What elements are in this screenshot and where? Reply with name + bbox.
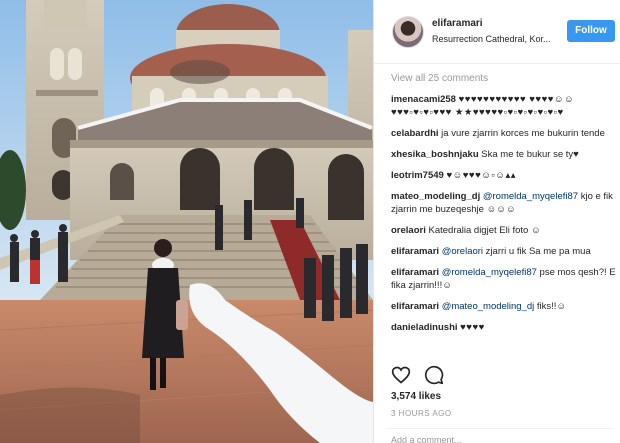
comment-item: elifaramari @romelda_myqelefi87 pse mos … bbox=[391, 266, 617, 292]
comment-text: ja vure zjarrin korces me bukurin tende bbox=[441, 128, 605, 139]
post-photo[interactable] bbox=[0, 0, 373, 443]
comment-username[interactable]: mateo_modeling_dj bbox=[391, 191, 480, 202]
comment-mention[interactable]: @romelda_myqelefi87 bbox=[483, 191, 578, 202]
comment-username[interactable]: imenacami258 bbox=[391, 94, 456, 105]
comment-mention[interactable]: @mateo_modeling_dj bbox=[442, 301, 535, 312]
comment-text: fiks!!☺ bbox=[536, 301, 567, 312]
comment-item: danieladinushi ♥♥♥♥ bbox=[391, 321, 617, 334]
post-sidebar: elifaramari Resurrection Cathedral, Kor.… bbox=[373, 0, 620, 443]
post-timestamp: 3 HOURS AGO bbox=[391, 409, 452, 418]
comment-username[interactable]: elifaramari bbox=[391, 246, 439, 257]
comment-item: elifaramari @orelaori zjarri u fik Sa me… bbox=[391, 245, 617, 258]
comment-text: zjarri u fik Sa me pa mua bbox=[485, 246, 591, 257]
follow-button[interactable]: Follow bbox=[567, 20, 615, 42]
comment-mention[interactable]: @orelaori bbox=[442, 246, 483, 257]
comment-item: orelaori Katedralia digjet Eli foto ☺ bbox=[391, 224, 617, 237]
comment-text: ♥☺♥♥♥☺▫☺▴▴ bbox=[446, 170, 517, 181]
cathedral-photo-image bbox=[0, 0, 373, 443]
comment-text: Ska me te bukur se ty♥ bbox=[481, 149, 579, 160]
comment-item: mateo_modeling_dj @romelda_myqelefi87 kj… bbox=[391, 190, 617, 216]
comments-list: View all 25 comments imenacami258 ♥♥♥♥♥♥… bbox=[391, 73, 617, 342]
likes-count[interactable]: 3,574 likes bbox=[391, 391, 441, 402]
comment-bubble-icon[interactable] bbox=[424, 365, 444, 385]
comment-username[interactable]: celabardhi bbox=[391, 128, 439, 139]
comment-username[interactable]: leotrim7549 bbox=[391, 170, 444, 181]
post-actions bbox=[391, 365, 471, 387]
view-all-comments-link[interactable]: View all 25 comments bbox=[391, 73, 617, 84]
comment-username[interactable]: elifaramari bbox=[391, 301, 439, 312]
comment-item: elifaramari @mateo_modeling_dj fiks!!☺ bbox=[391, 300, 617, 313]
comment-text: ♥♥♥♥ bbox=[460, 322, 485, 333]
post-username[interactable]: elifaramari bbox=[432, 18, 483, 29]
comment-username[interactable]: xhesika_boshnjaku bbox=[391, 149, 479, 160]
post-header: elifaramari Resurrection Cathedral, Kor.… bbox=[374, 0, 620, 64]
comment-item: xhesika_boshnjaku Ska me te bukur se ty♥ bbox=[391, 148, 617, 161]
comment-username[interactable]: elifaramari bbox=[391, 267, 439, 278]
avatar[interactable] bbox=[392, 16, 424, 48]
comment-item: celabardhi ja vure zjarrin korces me buk… bbox=[391, 127, 617, 140]
comment-mention[interactable]: @romelda_myqelefi87 bbox=[442, 267, 537, 278]
post-location[interactable]: Resurrection Cathedral, Kor... bbox=[432, 34, 552, 44]
comment-username[interactable]: danieladinushi bbox=[391, 322, 458, 333]
comment-text: Katedralia digjet Eli foto ☺ bbox=[428, 225, 541, 236]
add-comment-input[interactable]: Add a comment... bbox=[391, 435, 462, 443]
divider bbox=[386, 428, 614, 429]
comment-username[interactable]: orelaori bbox=[391, 225, 426, 236]
heart-icon[interactable] bbox=[391, 365, 411, 385]
comment-item: imenacami258 ♥♥♥♥♥♥♥♥♥♥♥ ♥♥♥♥☺☺♥♥♥▫♥▫♥▫♥… bbox=[391, 93, 617, 119]
comment-item: leotrim7549 ♥☺♥♥♥☺▫☺▴▴ bbox=[391, 169, 617, 182]
